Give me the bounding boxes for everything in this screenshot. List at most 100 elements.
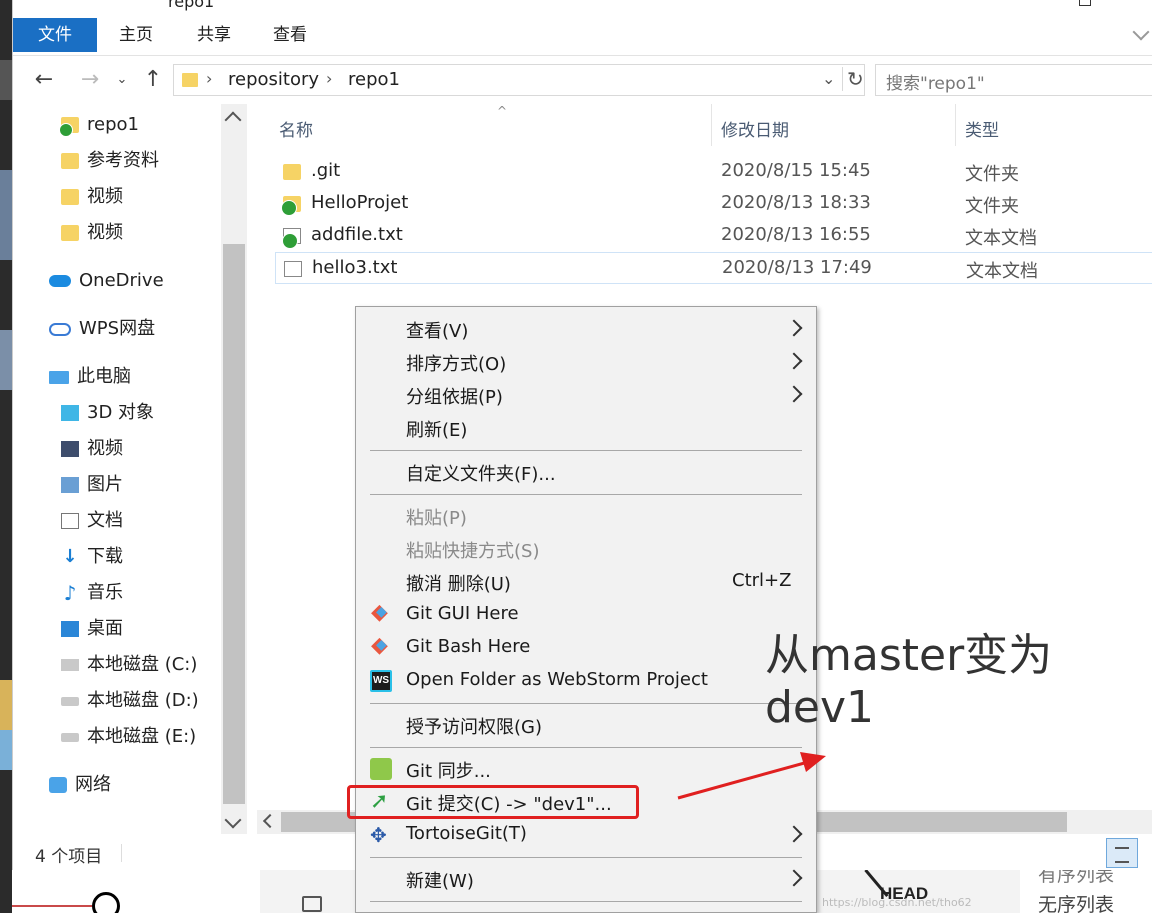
- nav-item-drive-e[interactable]: 本地磁盘 (E:): [61, 722, 196, 752]
- file-row[interactable]: .git 2020/8/15 15:45 文件夹: [275, 156, 1152, 188]
- nav-item-videos[interactable]: 视频: [61, 434, 123, 464]
- menu-item-open-webstorm[interactable]: WS Open Folder as WebStorm Project: [356, 664, 816, 697]
- background-circle: [92, 892, 120, 913]
- nav-item-repo1[interactable]: repo1: [59, 110, 139, 140]
- chevron-down-icon[interactable]: ⌄: [822, 69, 835, 88]
- forward-button[interactable]: →: [77, 66, 103, 94]
- menu-item-sort[interactable]: 排序方式(O): [356, 345, 816, 378]
- status-divider: [121, 844, 122, 862]
- nav-item-network[interactable]: 网络: [49, 770, 111, 800]
- file-row[interactable]: hello3.txt 2020/8/13 17:49 文本文档: [275, 252, 1152, 284]
- checkbox-icon: [302, 896, 322, 912]
- column-header-date[interactable]: 修改日期: [721, 116, 789, 141]
- file-name: addfile.txt: [311, 224, 403, 245]
- file-type: 文件夹: [965, 196, 1019, 217]
- menu-item-paste[interactable]: 粘贴(P): [356, 499, 816, 532]
- nav-item-label: 本地磁盘 (C:): [87, 654, 198, 675]
- menu-item-tortoisegit[interactable]: ✥ TortoiseGit(T): [356, 818, 816, 851]
- menu-item-git-bash[interactable]: Git Bash Here: [356, 631, 816, 664]
- nav-item-references[interactable]: 参考资料: [61, 146, 159, 176]
- nav-item-label: 视频: [87, 222, 123, 243]
- menu-item-label: Open Folder as WebStorm Project: [406, 669, 708, 690]
- nav-item-downloads[interactable]: ↓ 下载: [61, 542, 123, 572]
- column-divider[interactable]: [711, 104, 712, 146]
- scroll-left-icon[interactable]: [262, 813, 278, 829]
- tab-home[interactable]: 主页: [109, 18, 163, 52]
- menu-item-git-gui[interactable]: Git GUI Here: [356, 598, 816, 631]
- restore-icon[interactable]: [1079, 0, 1091, 6]
- chevron-right-icon[interactable]: ›: [206, 69, 212, 88]
- windows-drive-icon: [61, 659, 79, 671]
- nav-item-onedrive[interactable]: OneDrive: [49, 266, 164, 296]
- expand-ribbon-icon[interactable]: [1132, 23, 1150, 41]
- menu-item-view[interactable]: 查看(V): [356, 312, 816, 345]
- nav-item-pictures[interactable]: 图片: [61, 470, 123, 500]
- highlight-box: [347, 785, 639, 819]
- item-count: 4 个项目: [35, 847, 103, 867]
- nav-item-videos[interactable]: 视频: [61, 218, 123, 248]
- tab-view[interactable]: 查看: [263, 18, 317, 52]
- menu-item-group[interactable]: 分组依据(P): [356, 378, 816, 411]
- details-view-button[interactable]: [1106, 838, 1138, 868]
- desktop-background: [0, 0, 12, 913]
- menu-item-label: Git Bash Here: [406, 636, 531, 657]
- nav-item-label: 视频: [87, 186, 123, 207]
- git-folder-icon: [59, 117, 79, 137]
- annotation-text: 从master变为 dev1: [765, 630, 1052, 734]
- picture-icon: [61, 477, 79, 493]
- close-icon[interactable]: [1123, 0, 1135, 6]
- file-name: HelloProjet: [311, 192, 409, 213]
- nav-item-videos[interactable]: 视频: [61, 182, 123, 212]
- menu-item-grant-access[interactable]: 授予访问权限(G): [356, 708, 816, 741]
- title-bar: repo1: [13, 0, 1152, 14]
- menu-item-label: 撤消 删除(U): [406, 574, 511, 595]
- menu-item-paste-shortcut[interactable]: 粘贴快捷方式(S): [356, 532, 816, 565]
- music-icon: ♪: [63, 581, 77, 605]
- scrollbar-thumb[interactable]: [223, 244, 245, 804]
- menu-item-label: 自定义文件夹(F)...: [406, 464, 556, 485]
- nav-item-label: 图片: [87, 474, 123, 495]
- film-icon: [61, 441, 79, 457]
- text-file-icon: [284, 261, 302, 277]
- nav-item-this-pc[interactable]: 此电脑: [49, 362, 131, 392]
- column-header-name[interactable]: 名称: [279, 116, 313, 141]
- nav-scrollbar[interactable]: [221, 104, 247, 834]
- menu-item-git-sync[interactable]: Git 同步...: [356, 752, 816, 785]
- chevron-right-icon[interactable]: ›: [326, 69, 332, 88]
- document-icon: [61, 513, 79, 529]
- file-date: 2020/8/13 18:33: [721, 192, 871, 213]
- nav-item-drive-c[interactable]: 本地磁盘 (C:): [61, 650, 197, 680]
- menu-item-refresh[interactable]: 刷新(E): [356, 411, 816, 444]
- nav-item-label: 下载: [87, 546, 123, 567]
- search-input[interactable]: 搜索"repo1": [875, 64, 1152, 96]
- nav-item-wps[interactable]: WPS网盘: [49, 314, 155, 344]
- breadcrumb-repo1[interactable]: repo1: [348, 69, 400, 90]
- scroll-down-icon[interactable]: [224, 811, 242, 829]
- nav-item-desktop[interactable]: 桌面: [61, 614, 123, 644]
- file-row[interactable]: HelloProjet 2020/8/13 18:33 文件夹: [275, 188, 1152, 220]
- nav-item-music[interactable]: ♪ 音乐: [61, 578, 123, 608]
- tab-share[interactable]: 共享: [187, 18, 241, 52]
- nav-item-3d-objects[interactable]: 3D 对象: [61, 398, 154, 428]
- back-button[interactable]: ←: [31, 66, 57, 94]
- address-bar[interactable]: › repository › repo1 ⌄ ↻: [173, 64, 865, 96]
- refresh-icon[interactable]: ↻: [842, 67, 864, 91]
- nav-item-documents[interactable]: 文档: [61, 506, 123, 536]
- folder-icon: [61, 153, 79, 169]
- recent-dropdown-icon[interactable]: ⌄: [115, 66, 129, 94]
- menu-item-undo-delete[interactable]: 撤消 删除(U) Ctrl+Z: [356, 565, 816, 598]
- scroll-up-icon[interactable]: [224, 111, 242, 129]
- breadcrumb-repository[interactable]: repository: [228, 69, 319, 90]
- desktop-icon: [61, 621, 79, 637]
- file-row[interactable]: addfile.txt 2020/8/13 16:55 文本文档: [275, 220, 1152, 252]
- menu-item-customize-folder[interactable]: 自定义文件夹(F)...: [356, 455, 816, 488]
- up-button[interactable]: ↑: [141, 66, 165, 94]
- column-header-type[interactable]: 类型: [965, 116, 999, 141]
- tab-file[interactable]: 文件: [13, 18, 97, 52]
- column-divider[interactable]: [955, 104, 956, 146]
- file-type: 文本文档: [966, 261, 1038, 282]
- nav-item-drive-d[interactable]: 本地磁盘 (D:): [61, 686, 199, 716]
- menu-item-new[interactable]: 新建(W): [356, 862, 816, 895]
- nav-item-label: 网络: [75, 774, 111, 795]
- tortoisegit-icon: ✥: [370, 823, 387, 847]
